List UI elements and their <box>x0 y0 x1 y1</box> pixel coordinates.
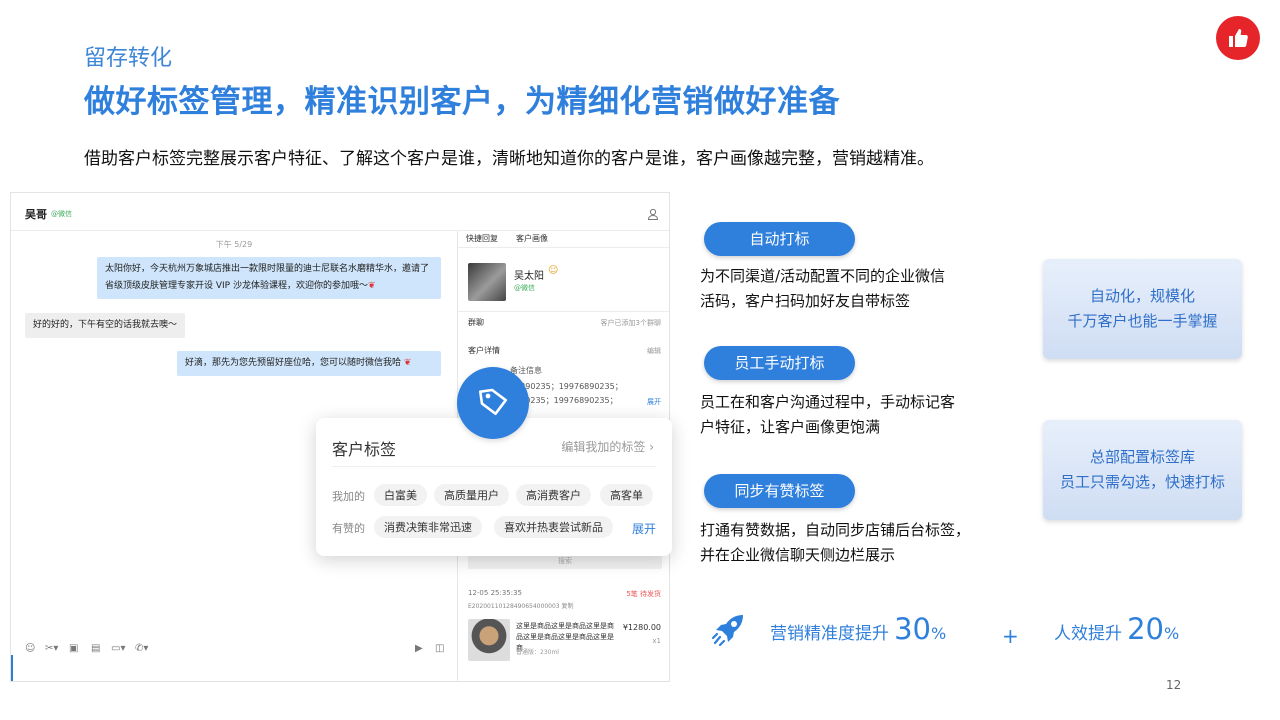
section-label: 留存转化 <box>84 46 173 71</box>
file-icon[interactable]: ▤ <box>91 643 100 654</box>
chat-header: 吴哥 @微信 <box>11 193 669 231</box>
thumbs-up-logo-icon <box>1216 16 1260 60</box>
edit-tags-link[interactable]: 编辑我加的标签 › <box>561 438 654 455</box>
profile-source: @微信 <box>514 284 535 292</box>
mine-tags-label: 我加的 <box>332 490 365 503</box>
feature-pill-sync-tag: 同步有赞标签 <box>704 474 855 508</box>
order-time: 12-05 25:35:35 <box>468 589 523 597</box>
feature-desc: 打通有赞数据，自动同步店铺后台标签， 并在企业微信聊天侧边栏展示 <box>700 521 971 564</box>
sidebar-toggle-icon[interactable]: ◫ <box>435 643 444 654</box>
divider <box>458 247 669 248</box>
tag-chip[interactable]: 高客单 <box>600 484 653 506</box>
stat-efficiency: 人效提升 20% <box>1054 612 1180 646</box>
profile-name: 吴太阳 <box>514 271 544 282</box>
tags-expand-link[interactable]: 展开 <box>632 520 656 537</box>
tag-chip[interactable]: 消费决策非常迅速 <box>374 516 482 538</box>
youzan-tags-label: 有赞的 <box>332 522 365 535</box>
emoji-icon[interactable]: ☺ <box>25 643 35 654</box>
folder-icon[interactable]: ▭▾ <box>111 643 125 654</box>
message-input[interactable] <box>11 655 13 681</box>
message-bubble: 好滴，那先为您先预留好座位哈，您可以随时微信我哈 ❦ <box>177 351 441 376</box>
tag-chip[interactable]: 高消费客户 <box>516 484 591 506</box>
order-id: E20200110128490654000003 复制 <box>468 603 574 610</box>
chat-time: 下午 5/29 <box>215 240 253 249</box>
rocket-icon <box>710 610 748 652</box>
stat-precision: 营销精准度提升 30% <box>770 612 947 646</box>
chat-toolbar: ☺ ✂▾ ▣ ▤ ▭▾ ✆▾ ▶ ◫ <box>11 639 457 661</box>
divider <box>458 311 669 312</box>
feature-pill-manual-tag: 员工手动打标 <box>704 346 855 380</box>
divider <box>332 466 656 467</box>
image-icon[interactable]: ▣ <box>69 643 78 654</box>
detail-edit-link[interactable]: 编辑 <box>647 346 661 356</box>
product-spec: 普通版：230ml <box>516 649 559 656</box>
page-number: 12 <box>1166 678 1182 692</box>
rose-icon: ❦ <box>403 358 412 368</box>
page-title: 做好标签管理，精准识别客户，为精细化营销做好准备 <box>84 84 840 120</box>
scissors-icon[interactable]: ✂▾ <box>45 643 58 654</box>
feature-desc: 员工在和客户沟通过程中，手动标记客 户特征，让客户画像更饱满 <box>700 393 956 436</box>
contact-name: 吴哥 <box>25 208 47 221</box>
contact-source: @微信 <box>51 210 72 218</box>
detail-label: 客户详情 <box>468 346 500 355</box>
chevron-right-icon: › <box>649 440 654 454</box>
product-image <box>468 619 510 661</box>
tag-card-title: 客户标签 <box>332 440 397 459</box>
summary-box: 自动化，规模化 千万客户也能一手掌握 <box>1043 259 1242 359</box>
rose-icon: ❦ <box>367 281 376 291</box>
group-label: 群聊 <box>468 318 484 327</box>
group-value[interactable]: 客户已添加3个群聊 <box>601 318 661 328</box>
person-icon[interactable] <box>647 205 659 224</box>
tag-icon <box>457 367 529 439</box>
tag-chip[interactable]: 高质量用户 <box>434 484 509 506</box>
feature-desc: 为不同渠道/活动配置不同的企业微信 活码，客户扫码加好友自带标签 <box>700 267 946 310</box>
product-price: ¥1280.00 <box>622 623 661 632</box>
order-status: 5笔 待发货 <box>626 590 661 598</box>
summary-box: 总部配置标签库 员工只需勾选，快速打标 <box>1043 420 1242 520</box>
tab-quick-reply[interactable]: 快捷回复 <box>466 233 498 244</box>
video-icon[interactable]: ▶ <box>415 643 423 654</box>
remark-expand-link[interactable]: 展开 <box>647 397 661 407</box>
page-subtitle: 借助客户标签完整展示客户特征、了解这个客户是谁，清晰地知道你的客户是谁，客户画像… <box>84 149 934 169</box>
tab-customer-profile[interactable]: 客户画像 <box>516 233 548 244</box>
avatar <box>468 263 506 301</box>
message-bubble: 太阳你好，今天杭州万象城店推出一款限时限量的迪士尼联名水磨精华水，邀请了省级顶级… <box>97 257 441 299</box>
phone-icon[interactable]: ✆▾ <box>135 643 148 654</box>
message-bubble: 好的好的，下午有空的话我就去噢～ <box>25 313 186 338</box>
tag-chip[interactable]: 白富美 <box>374 484 427 506</box>
plus-sign: + <box>1002 624 1019 648</box>
emoji-badge-icon: ☺ <box>548 265 559 276</box>
feature-pill-auto-tag: 自动打标 <box>704 222 855 256</box>
product-qty: x1 <box>652 637 661 645</box>
tag-chip[interactable]: 喜欢并热衷尝试新品 <box>494 516 613 538</box>
